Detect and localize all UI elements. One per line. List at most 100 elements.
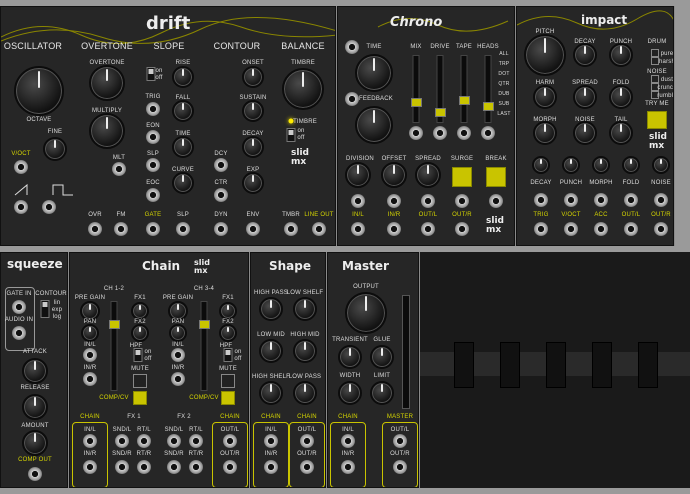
fx2-rt-l-jack[interactable] [189,434,203,448]
drum-harsh-toggle[interactable] [651,57,659,65]
width-knob[interactable] [338,381,362,405]
mix-fader[interactable] [410,55,422,123]
morph-cv-knob[interactable] [592,156,610,174]
shape-out-l-jack[interactable] [300,434,314,448]
fine-knob[interactable] [43,137,67,161]
master-in-r-jack[interactable] [341,460,355,474]
decay-cv-jack[interactable] [534,193,548,207]
pre-gain-1-knob[interactable] [80,301,100,321]
dcy-jack[interactable] [214,158,228,172]
shape-in-l-jack[interactable] [264,434,278,448]
ch34-in-r-jack[interactable] [171,372,185,386]
master-out-l-jack[interactable] [393,434,407,448]
heads-cv-jack[interactable] [481,126,495,140]
ch34-in-l-jack[interactable] [171,348,185,362]
slp-out-jack[interactable] [176,222,190,236]
comp-cv-2-button[interactable] [221,391,235,405]
chrono-time-knob[interactable] [355,54,393,92]
impact-out-l-jack[interactable] [624,222,638,236]
impact-decay-knob[interactable] [573,43,597,67]
master-out-r-jack[interactable] [393,460,407,474]
curve-knob[interactable] [172,172,194,194]
fx1-rt-r-jack[interactable] [137,460,151,474]
overtone-knob[interactable] [89,65,125,101]
transient-knob[interactable] [338,345,362,369]
pan-2-knob[interactable] [169,324,187,342]
dyn-jack[interactable] [214,222,228,236]
chain-out-l-jack[interactable] [223,434,237,448]
ovr-jack[interactable] [88,222,102,236]
break-button[interactable] [486,167,506,187]
fx2-1-knob[interactable] [131,324,149,342]
high-pass-knob[interactable] [259,297,283,321]
chrono-in-l-jack[interactable] [351,222,365,236]
decay-cv-knob[interactable] [532,156,550,174]
harm-knob[interactable] [533,85,557,109]
hpf-1-switch[interactable] [133,348,143,362]
voct-jack-i[interactable] [564,222,578,236]
attack-knob[interactable] [22,358,48,384]
time-cv-jack[interactable] [345,40,359,54]
feedback-cv-jack[interactable] [345,92,359,106]
tail-knob[interactable] [609,121,633,145]
mute-1-button[interactable] [133,374,147,388]
surge-button[interactable] [452,167,472,187]
master-in-l-jack[interactable] [341,434,355,448]
punch-cv-knob[interactable] [562,156,580,174]
acc-jack[interactable] [594,222,608,236]
impact-punch-knob[interactable] [609,43,633,67]
offset-cv-jack[interactable] [387,194,401,208]
fold-cv-jack[interactable] [624,193,638,207]
drive-cv-jack[interactable] [433,126,447,140]
fx2-snd-l-jack[interactable] [167,434,181,448]
line-out-jack[interactable] [312,222,326,236]
pre-gain-2-knob[interactable] [168,301,188,321]
audio-in-jack[interactable] [12,326,26,340]
sustain-knob[interactable] [242,100,264,122]
slp-in-jack[interactable] [146,158,160,172]
tape-cv-jack[interactable] [457,126,471,140]
morph-cv-jack[interactable] [594,193,608,207]
amount-knob[interactable] [22,430,48,456]
fm-jack[interactable] [114,222,128,236]
noise-cv-jack[interactable] [654,193,668,207]
ctr-jack[interactable] [214,188,228,202]
spread-cv-jack[interactable] [421,194,435,208]
onset-knob[interactable] [242,66,264,88]
output-knob[interactable] [345,292,387,334]
chain-out-r-jack[interactable] [223,460,237,474]
chrono-out-l-jack[interactable] [421,222,435,236]
spread-knob[interactable] [415,162,441,188]
gate-in-jack[interactable] [12,300,26,314]
impact-spread-knob[interactable] [573,85,597,109]
exp-knob[interactable] [242,172,264,194]
heads-fader[interactable] [482,55,494,123]
decay-knob[interactable] [242,136,264,158]
ch12-in-l-jack[interactable] [83,348,97,362]
fx1-1-knob[interactable] [131,302,149,320]
chrono-in-r-jack[interactable] [387,222,401,236]
fx2-snd-r-jack[interactable] [167,460,181,474]
fx1-snd-l-jack[interactable] [115,434,129,448]
pitch-knob[interactable] [524,34,566,76]
impact-fold-knob[interactable] [609,85,633,109]
division-knob[interactable] [345,162,371,188]
balance-switch[interactable] [286,128,296,142]
gate-jack[interactable] [146,222,160,236]
mute-2-button[interactable] [221,374,235,388]
break-cv-jack[interactable] [489,194,503,208]
high-mid-knob[interactable] [293,339,317,363]
fold-cv-knob[interactable] [622,156,640,174]
chain-in-l-jack[interactable] [83,434,97,448]
eoc-jack[interactable] [146,188,160,202]
rise-knob[interactable] [172,66,194,88]
eon-jack[interactable] [146,130,160,144]
division-cv-jack[interactable] [351,194,365,208]
trig-jack-i[interactable] [534,222,548,236]
slope-switch[interactable] [146,67,156,81]
pan-1-knob[interactable] [81,324,99,342]
shape-out-r-jack[interactable] [300,460,314,474]
drum-pure-toggle[interactable] [651,49,659,57]
chain-in-r-jack[interactable] [83,460,97,474]
multiply-knob[interactable] [89,113,125,149]
